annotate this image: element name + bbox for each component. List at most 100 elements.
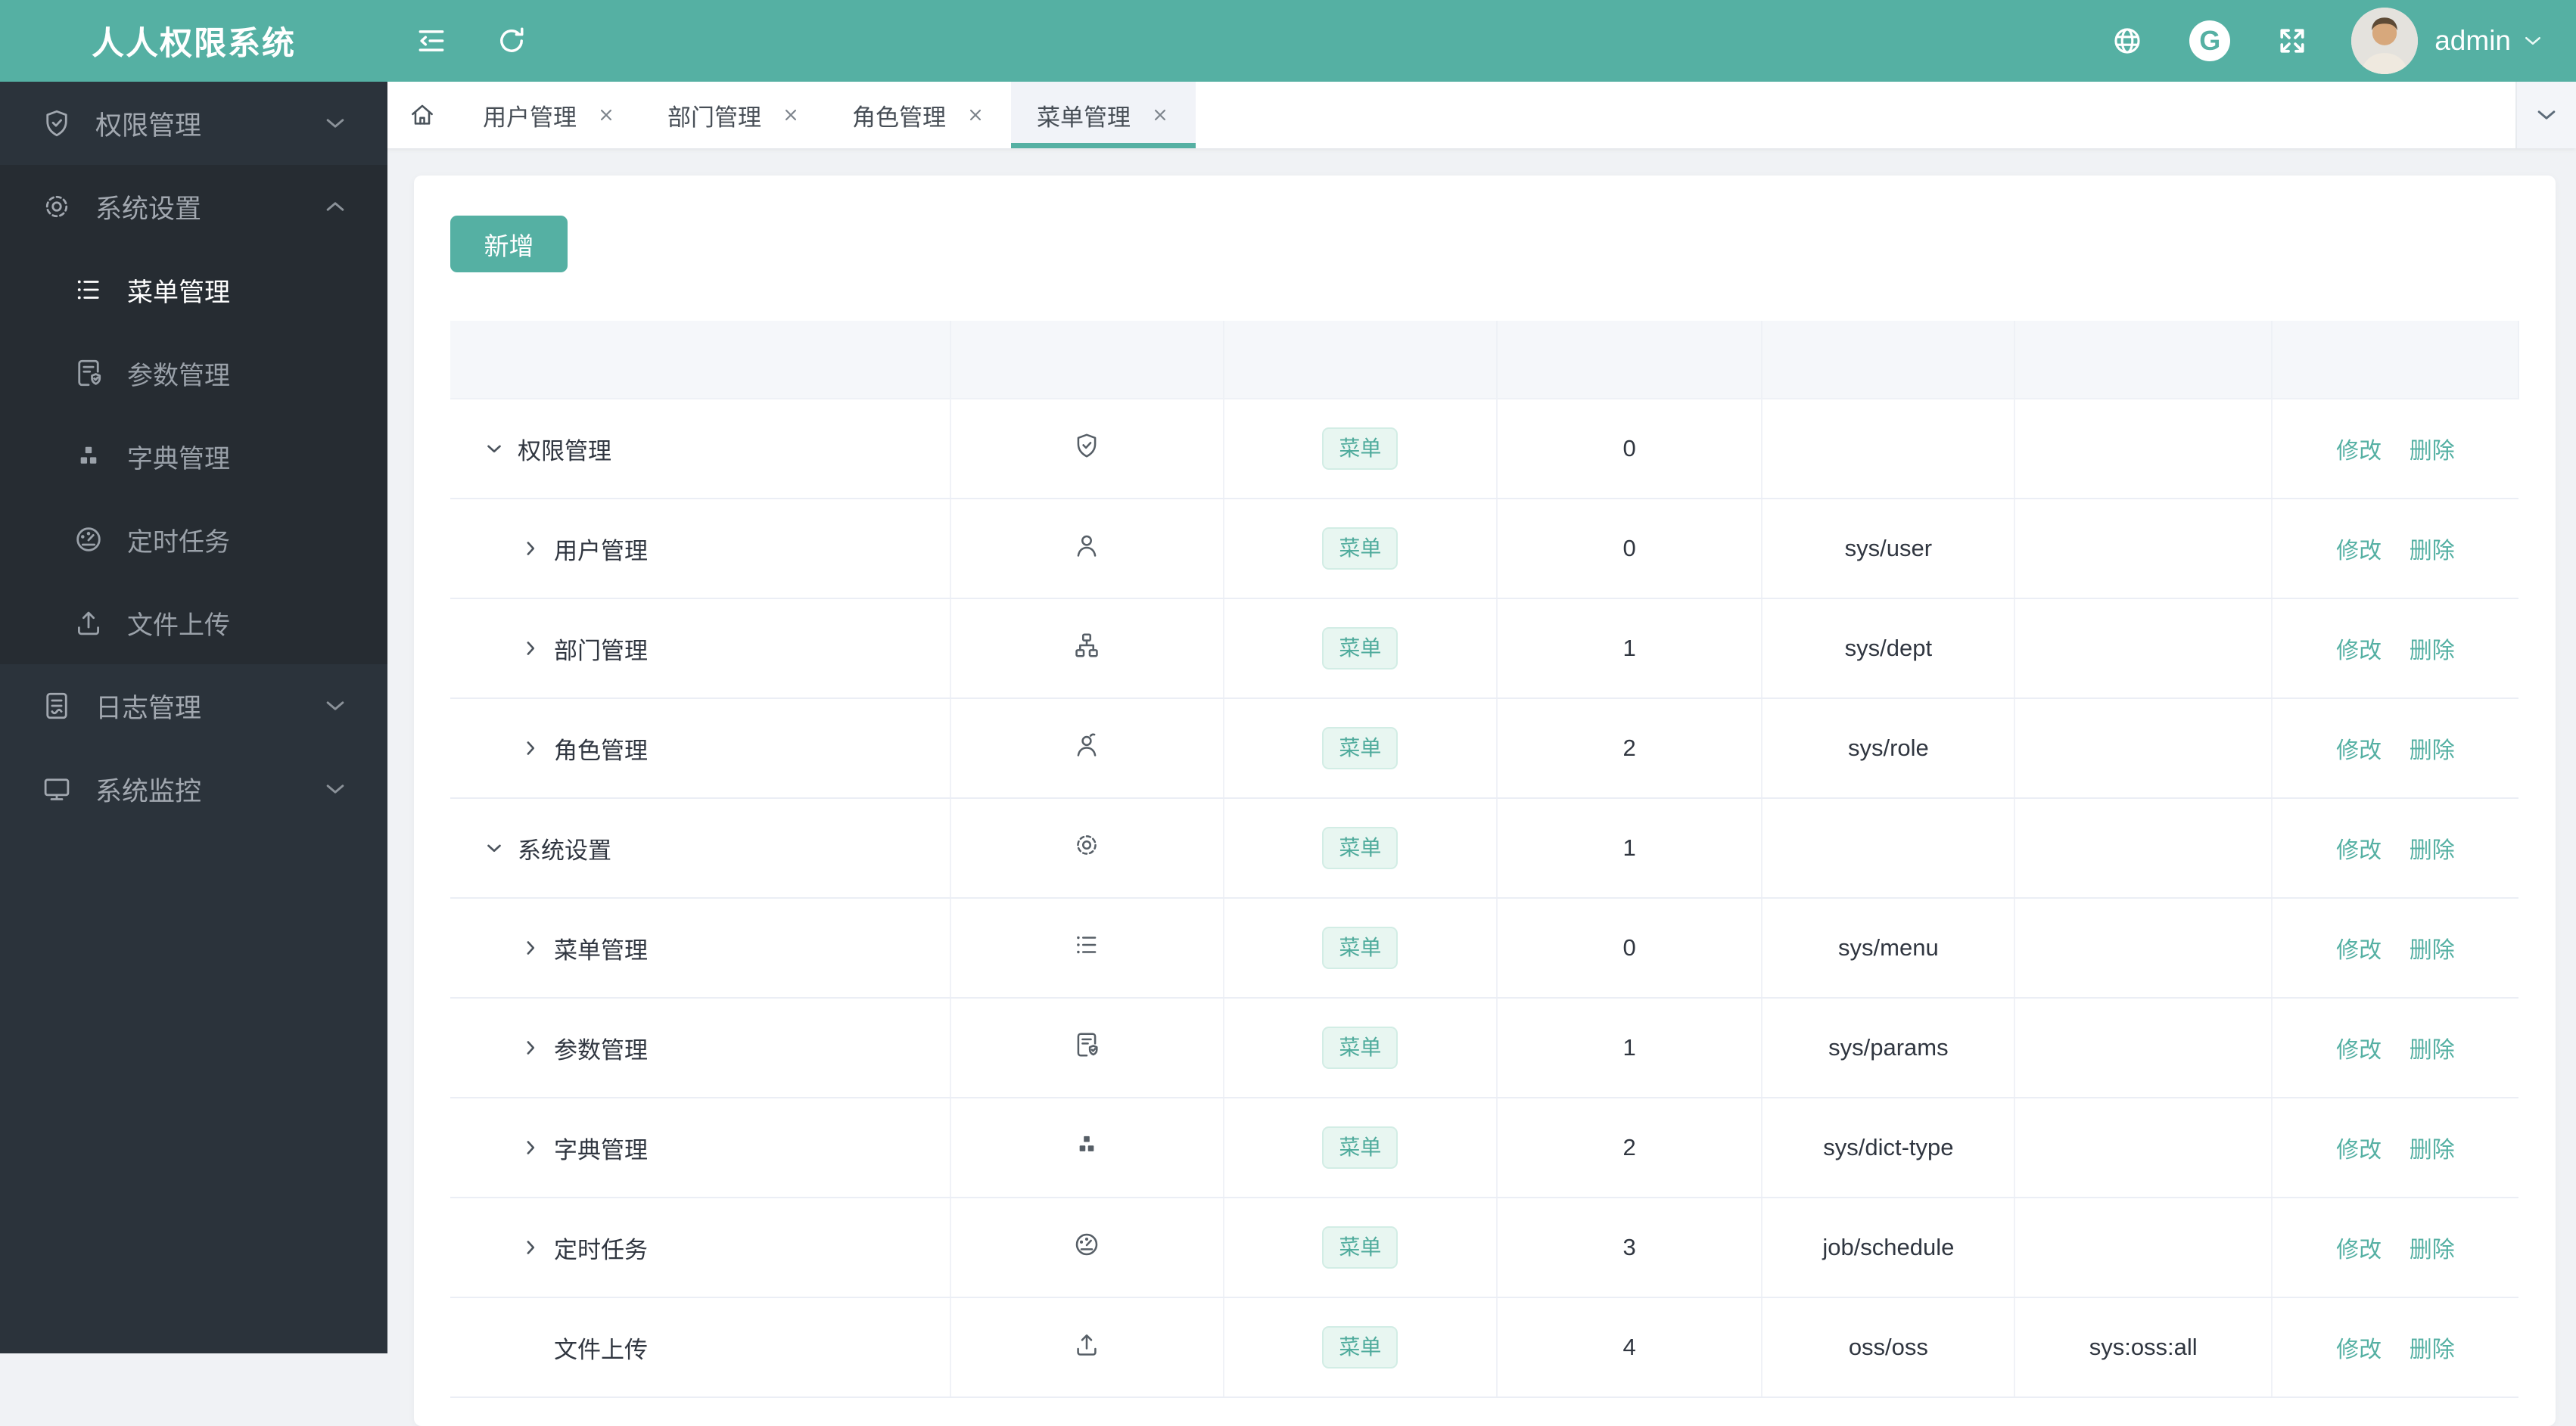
refresh-icon[interactable] (495, 24, 528, 57)
edit-link[interactable]: 修改 (2336, 1138, 2382, 1163)
caret-down-icon[interactable] (483, 437, 506, 460)
delete-link[interactable]: 删除 (2410, 1238, 2455, 1263)
delete-link[interactable]: 删除 (2410, 1138, 2455, 1163)
sort-value: 1 (1622, 635, 1636, 661)
log-icon (41, 690, 73, 722)
tab-close-icon[interactable] (1150, 105, 1170, 125)
delete-link[interactable]: 删除 (2410, 638, 2455, 663)
caret-right-icon[interactable] (519, 1236, 542, 1259)
delete-link[interactable]: 删除 (2410, 1337, 2455, 1362)
delete-link[interactable]: 删除 (2410, 539, 2455, 564)
sidebar-item[interactable]: 菜单管理 (0, 248, 387, 331)
delete-link[interactable]: 删除 (2410, 1038, 2455, 1063)
sidebar-item[interactable]: 参数管理 (0, 331, 387, 415)
edit-link[interactable]: 修改 (2336, 539, 2382, 564)
delete-link[interactable]: 删除 (2410, 439, 2455, 464)
blocks-icon (73, 440, 104, 472)
edit-link[interactable]: 修改 (2336, 738, 2382, 763)
name-cell: 菜单管理 (451, 899, 949, 996)
edit-link[interactable]: 修改 (2336, 1238, 2382, 1263)
table-column-header[interactable] (1222, 321, 1498, 399)
route-value: oss/oss (1848, 1334, 1928, 1360)
add-button[interactable]: 新增 (450, 216, 568, 272)
edit-link[interactable]: 修改 (2336, 838, 2382, 863)
tab[interactable]: 用户管理 (457, 82, 642, 148)
caret-right-icon[interactable] (519, 1136, 542, 1159)
tab-home[interactable] (387, 82, 457, 148)
sidebar-item[interactable]: 定时任务 (0, 498, 387, 581)
shield-check-icon (1072, 431, 1101, 460)
fullscreen-icon[interactable] (2276, 24, 2309, 57)
language-globe-icon[interactable] (2111, 24, 2144, 57)
gitee-icon[interactable]: G (2189, 20, 2231, 61)
tab[interactable]: 部门管理 (642, 82, 826, 148)
blocks-icon (1072, 1130, 1101, 1159)
sidebar-item-label: 字典管理 (127, 444, 230, 474)
avatar[interactable] (2351, 8, 2419, 74)
menu-name: 用户管理 (554, 537, 648, 564)
tab-close-icon[interactable] (966, 105, 985, 125)
caret-right-icon[interactable] (519, 737, 542, 760)
sort-value: 0 (1622, 535, 1636, 561)
menu-table: 权限管理 菜单 0 修改 删除 用户管理 菜单 0 sys/user 修改 删除… (450, 321, 2520, 1398)
sidebar-item[interactable]: 系统设置 (0, 165, 387, 248)
edit-link[interactable]: 修改 (2336, 938, 2382, 963)
caret-right-icon[interactable] (519, 1036, 542, 1059)
tab-label: 部门管理 (667, 104, 761, 131)
tab[interactable]: 角色管理 (826, 82, 1011, 148)
route-value: sys/role (1847, 735, 1929, 761)
sidebar-item[interactable]: 日志管理 (0, 664, 387, 747)
caret-right-icon[interactable] (519, 637, 542, 660)
table-column-header[interactable] (949, 321, 1224, 399)
edit-link[interactable]: 修改 (2336, 1038, 2382, 1063)
monitor-icon (41, 773, 73, 805)
delete-link[interactable]: 删除 (2410, 738, 2455, 763)
sidebar-item[interactable]: 字典管理 (0, 415, 387, 498)
tab-close-icon[interactable] (781, 105, 801, 125)
edit-link[interactable]: 修改 (2336, 1337, 2382, 1362)
chevron-down-icon (2534, 102, 2559, 128)
menu-name: 系统设置 (518, 837, 611, 864)
gauge-icon (1072, 1230, 1101, 1259)
edit-link[interactable]: 修改 (2336, 638, 2382, 663)
tab-label: 角色管理 (852, 104, 946, 131)
caret-down-icon[interactable] (483, 837, 506, 859)
name-cell: 系统设置 (451, 800, 949, 896)
sidebar-item-label: 文件上传 (127, 610, 230, 640)
tab-label: 用户管理 (483, 104, 577, 131)
type-badge: 菜单 (1322, 1326, 1398, 1369)
tab[interactable]: 菜单管理 (1011, 82, 1196, 148)
caret-right-icon[interactable] (519, 937, 542, 959)
app-title: 人人权限系统 (92, 26, 296, 62)
edit-link[interactable]: 修改 (2336, 439, 2382, 464)
user-menu[interactable]: admin (2351, 8, 2544, 74)
sort-value: 1 (1622, 834, 1636, 861)
tab-close-icon[interactable] (596, 105, 616, 125)
table-column-header[interactable] (450, 321, 951, 399)
table-column-header[interactable] (2014, 321, 2273, 399)
tab-overflow-button[interactable] (2515, 82, 2576, 148)
type-badge: 菜单 (1322, 727, 1398, 769)
table-row: 用户管理 菜单 0 sys/user 修改 删除 (450, 499, 2518, 599)
sidebar-fold-icon[interactable] (415, 24, 448, 57)
sidebar-item[interactable]: 权限管理 (0, 82, 387, 165)
table-row: 权限管理 菜单 0 修改 删除 (450, 399, 2518, 499)
table-row: 字典管理 菜单 2 sys/dict-type 修改 删除 (450, 1098, 2518, 1198)
shield-check-icon (41, 107, 73, 139)
table-column-header[interactable] (1761, 321, 2016, 399)
table-column-header[interactable] (1495, 321, 1763, 399)
delete-link[interactable]: 删除 (2410, 938, 2455, 963)
menu-name: 定时任务 (554, 1236, 648, 1263)
role-icon (1072, 731, 1101, 760)
sort-value: 2 (1622, 1134, 1636, 1160)
route-value: job/schedule (1822, 1234, 1955, 1260)
type-badge: 菜单 (1322, 527, 1398, 570)
doc-shield-icon (1072, 1030, 1101, 1059)
sort-value: 0 (1622, 934, 1636, 961)
caret-right-icon[interactable] (519, 537, 542, 560)
delete-link[interactable]: 删除 (2410, 838, 2455, 863)
sidebar-item[interactable]: 系统监控 (0, 747, 387, 831)
sidebar-item[interactable]: 文件上传 (0, 581, 387, 664)
table-column-header[interactable] (2270, 321, 2520, 399)
type-badge: 菜单 (1322, 927, 1398, 969)
